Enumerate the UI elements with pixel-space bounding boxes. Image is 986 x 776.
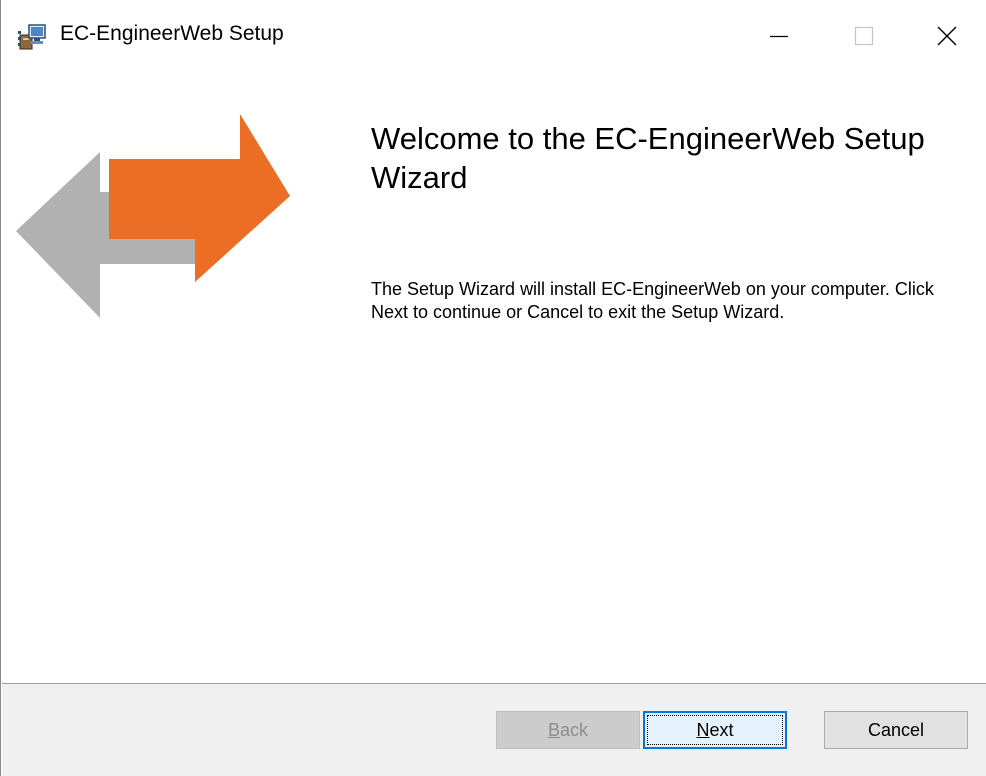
button-bar: Back Next Cancel (2, 684, 986, 776)
setup-window: EC-EngineerWeb Setup Welcome to the EC-E… (0, 0, 986, 776)
welcome-heading: Welcome to the EC-EngineerWeb Setup Wiza… (371, 121, 925, 195)
cancel-button[interactable]: Cancel (824, 711, 968, 749)
next-label-rest: ext (709, 719, 734, 740)
next-mnemonic: N (696, 719, 710, 740)
maximize-button (824, 0, 904, 71)
welcome-description: The Setup Wizard will install EC-Enginee… (371, 279, 934, 322)
wizard-content: Welcome to the EC-EngineerWeb Setup Wiza… (2, 71, 986, 683)
close-button[interactable] (907, 0, 986, 71)
bidirectional-arrows-icon (16, 114, 290, 318)
back-button[interactable]: Back (496, 711, 640, 749)
title-bar[interactable]: EC-EngineerWeb Setup (2, 0, 986, 71)
installer-package-icon[interactable] (17, 20, 49, 52)
back-mnemonic: B (547, 719, 560, 740)
maximize-icon (854, 26, 874, 45)
close-icon (937, 26, 957, 45)
minimize-button[interactable] (739, 0, 819, 71)
back-label-rest: ack (560, 719, 589, 740)
next-button[interactable]: Next (643, 711, 787, 749)
minimize-icon (770, 35, 788, 37)
window-title: EC-EngineerWeb Setup (60, 22, 284, 45)
